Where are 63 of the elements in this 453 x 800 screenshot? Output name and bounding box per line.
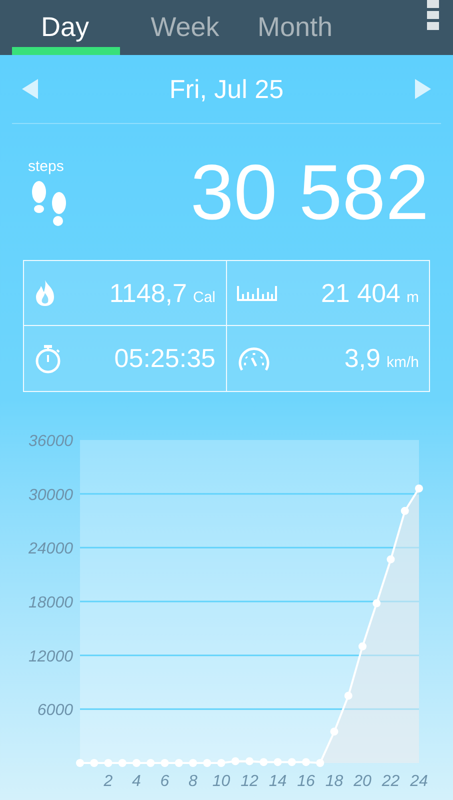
axis-tick-label: 24 (410, 773, 428, 790)
axis-tick-label: 18000 (28, 594, 73, 612)
duration-value: 05:25:35 (114, 342, 216, 375)
tab[interactable]: Week (130, 0, 240, 55)
data-point (203, 759, 212, 767)
data-point (274, 758, 282, 766)
stopwatch-icon (34, 344, 62, 374)
unit-label: km/h (386, 353, 419, 373)
distance-value: 21 404 (320, 276, 400, 310)
axis-tick-label: 22 (382, 773, 400, 790)
data-point (316, 759, 324, 767)
axis-tick-label: 24000 (28, 540, 73, 558)
calories-value: 1148,7 (109, 276, 187, 310)
axis-tick-label: 12 (240, 773, 258, 790)
data-point (160, 759, 169, 767)
ruler-icon (236, 284, 276, 302)
data-point (174, 759, 183, 767)
axis-tick-label: 14 (268, 773, 287, 790)
speed-value: 3,9 (344, 342, 380, 375)
data-point (231, 757, 240, 766)
unit-label: m (406, 288, 419, 308)
data-point (76, 759, 84, 767)
data-point (415, 484, 423, 492)
data-point (260, 758, 268, 766)
axis-tick-label: 8 (188, 773, 198, 790)
next-icon[interactable] (415, 79, 431, 99)
tab[interactable]: Day (0, 0, 130, 55)
data-point (217, 759, 226, 767)
axis-tick-label: 6000 (37, 702, 73, 720)
axis-tick-label: 2 (104, 773, 113, 790)
data-point (132, 759, 140, 767)
axis-tick-label: 6 (160, 773, 170, 790)
flame-icon (34, 279, 56, 307)
axis-tick-label: 36000 (28, 433, 73, 450)
data-point (118, 759, 126, 767)
steps-label: steps (28, 156, 64, 177)
data-point (344, 692, 352, 700)
axis-tick-label: 30000 (28, 486, 73, 504)
data-point (246, 757, 254, 766)
data-point (358, 642, 366, 650)
axis-tick-label: 4 (132, 773, 141, 790)
axis-tick-label: 18 (325, 773, 344, 790)
unit-label: Cal (192, 288, 216, 308)
data-point (330, 728, 338, 736)
data-point (90, 759, 98, 767)
axis-tick-label: 20 (354, 773, 372, 790)
data-point (386, 555, 395, 564)
data-point (288, 758, 296, 766)
data-point (400, 506, 409, 515)
axis-tick-label: 16 (297, 773, 315, 790)
date-label: Fri, Jul 25 (169, 72, 284, 106)
speedometer-icon (236, 344, 270, 372)
data-point (302, 758, 310, 766)
data-point (104, 759, 112, 767)
menu-icon[interactable] (427, 0, 439, 32)
steps-count: 30 582 (190, 153, 429, 231)
axis-tick-label: 12000 (28, 648, 73, 666)
data-point (372, 599, 381, 608)
previous-icon[interactable] (22, 79, 38, 99)
data-point (146, 759, 155, 767)
axis-tick-label: 10 (212, 773, 230, 790)
data-point (189, 759, 197, 767)
tab[interactable]: Month (240, 0, 350, 55)
